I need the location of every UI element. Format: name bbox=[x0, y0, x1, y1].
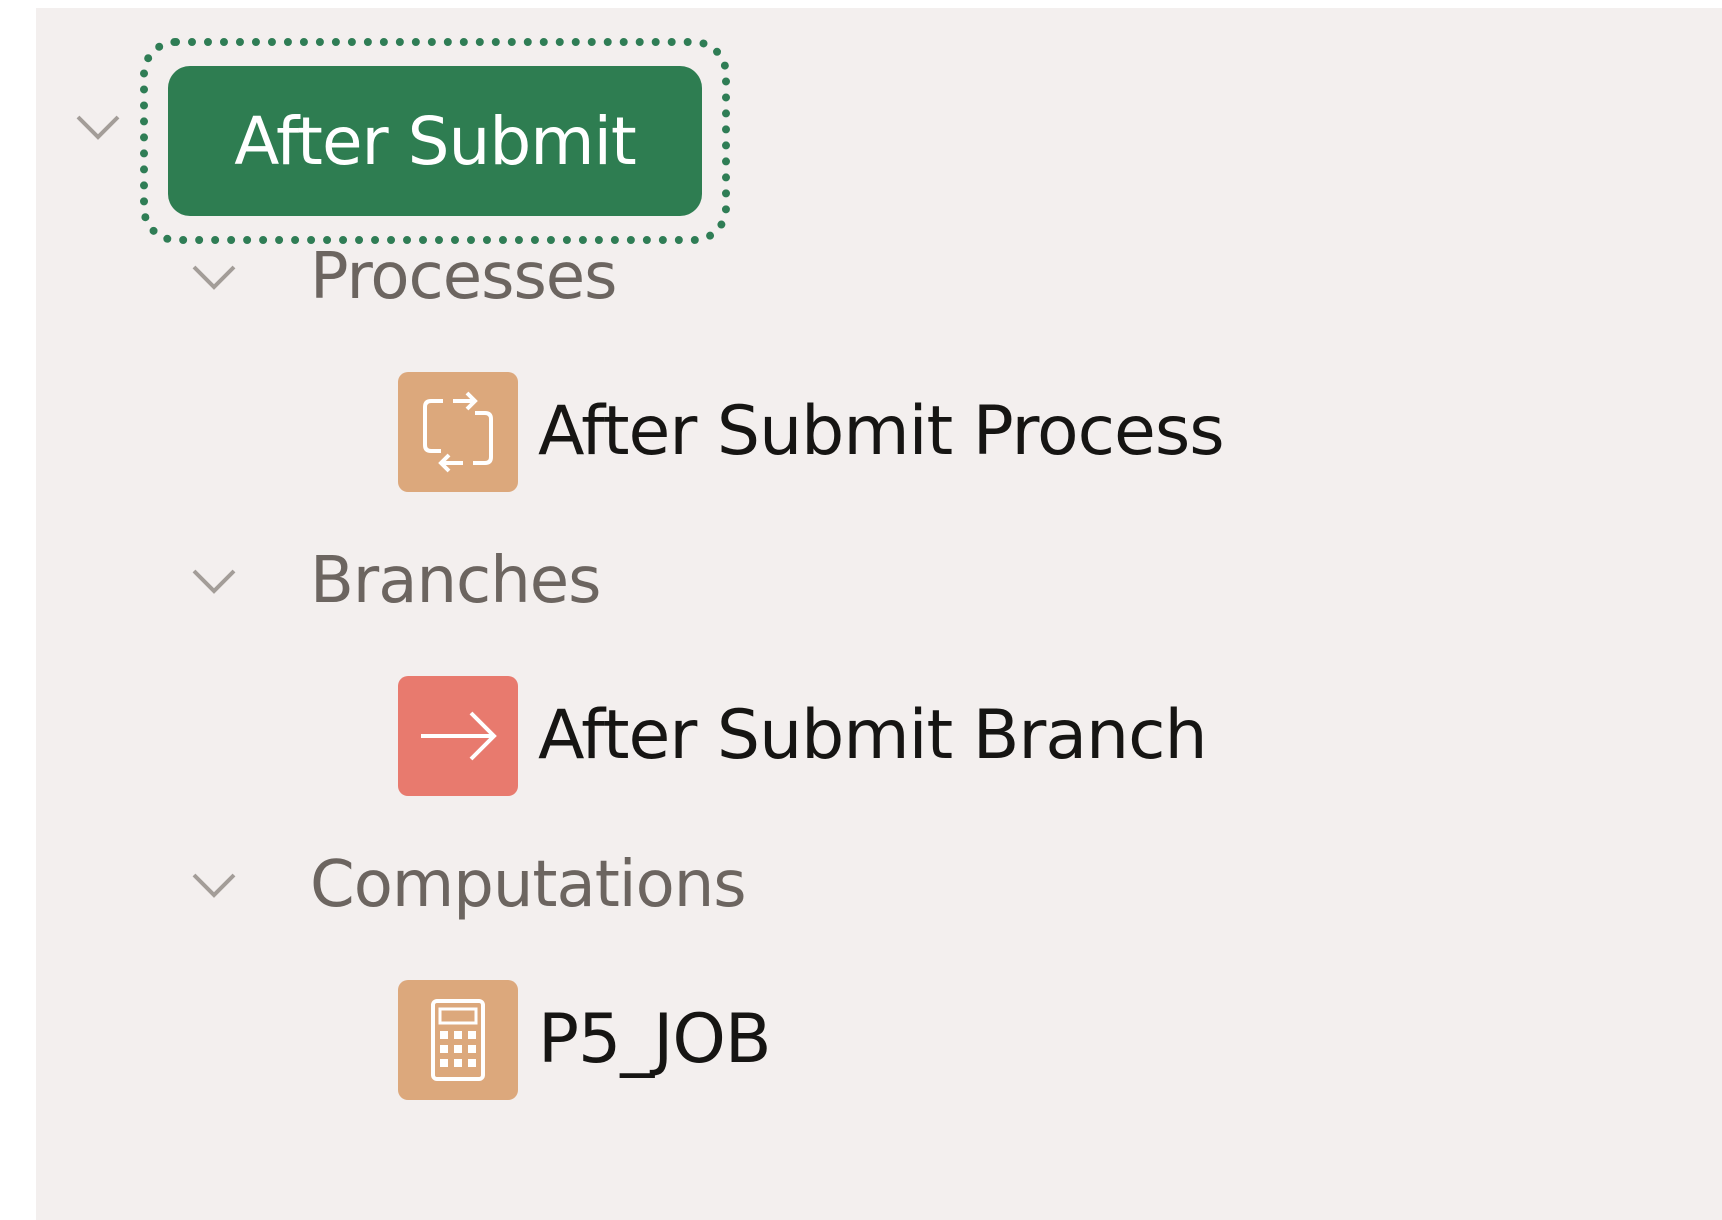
tree-item-after-submit-branch[interactable]: After Submit Branch bbox=[538, 696, 1208, 775]
root-node-label: After Submit bbox=[234, 102, 637, 180]
branches-expand-chevron-icon[interactable] bbox=[184, 552, 244, 612]
process-loop-icon bbox=[398, 372, 518, 492]
root-node-focus-ring[interactable]: After Submit bbox=[140, 38, 730, 244]
tree-item-after-submit-process[interactable]: After Submit Process bbox=[538, 392, 1225, 471]
group-label-computations[interactable]: Computations bbox=[310, 848, 747, 922]
branch-arrow-icon bbox=[398, 676, 518, 796]
processes-expand-chevron-icon[interactable] bbox=[184, 248, 244, 308]
root-expand-chevron-icon[interactable] bbox=[68, 98, 128, 158]
group-label-processes[interactable]: Processes bbox=[310, 240, 617, 314]
tree-item-p5-job[interactable]: P5_JOB bbox=[538, 1000, 771, 1079]
calculator-icon bbox=[398, 980, 518, 1100]
group-label-branches[interactable]: Branches bbox=[310, 544, 601, 618]
root-node-after-submit[interactable]: After Submit bbox=[168, 66, 702, 216]
tree-panel: After Submit Processes After Submit Proc… bbox=[36, 8, 1722, 1220]
computations-expand-chevron-icon[interactable] bbox=[184, 856, 244, 916]
